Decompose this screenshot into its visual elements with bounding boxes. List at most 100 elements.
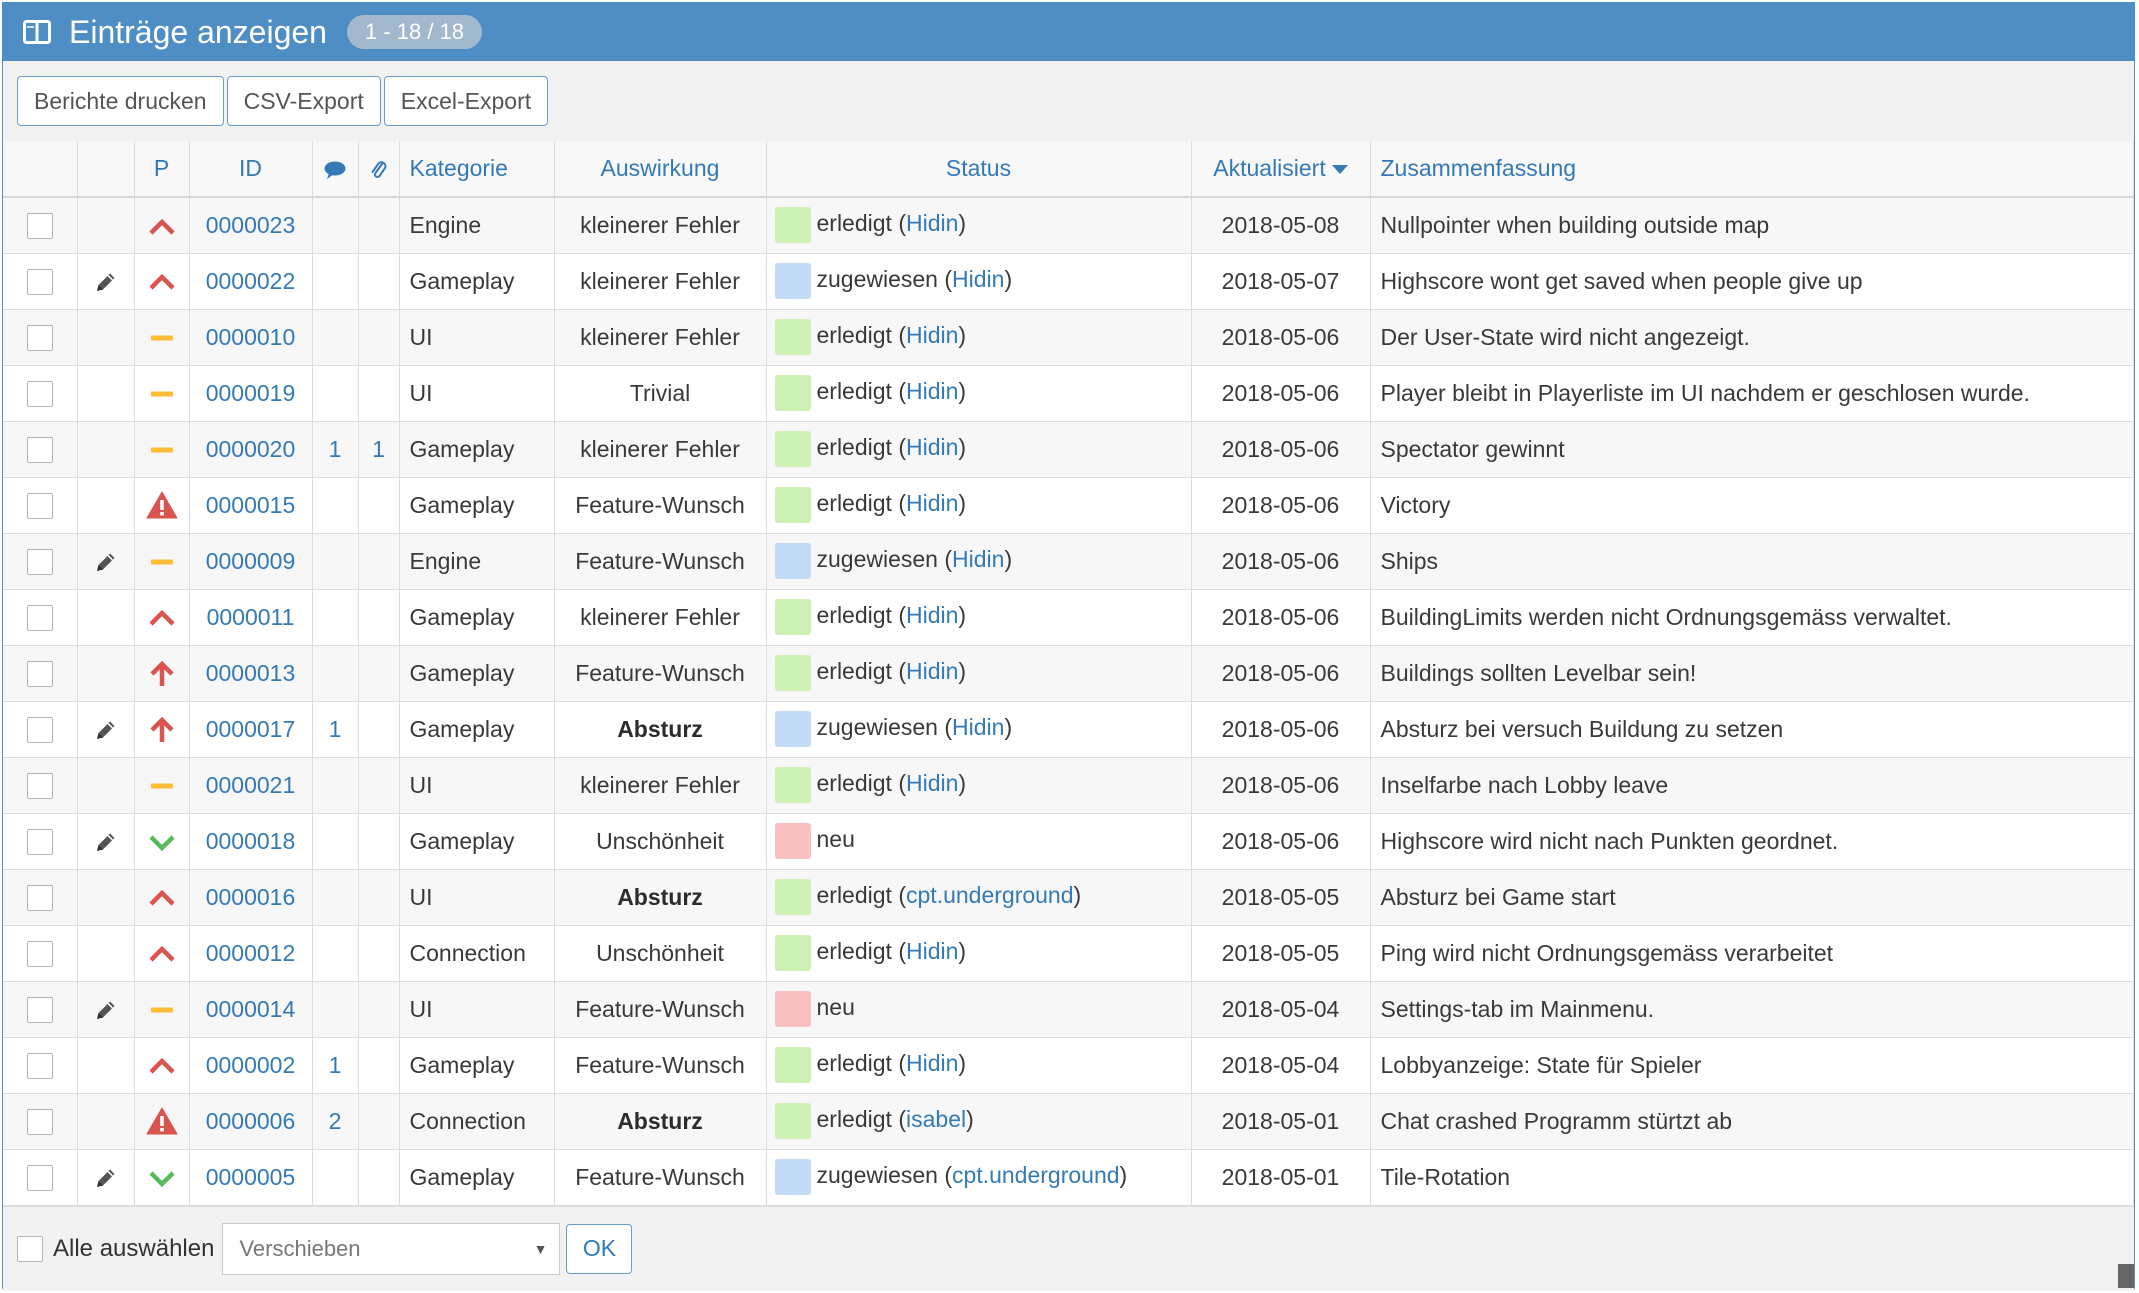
assignee-link[interactable]: Hidin	[906, 770, 958, 796]
row-summary-cell[interactable]: Chat crashed Programm stürtzt ab	[1370, 1093, 2134, 1150]
notes-count[interactable]: 1	[329, 436, 342, 462]
row-checkbox[interactable]	[26, 268, 53, 295]
assignee-link[interactable]: Hidin	[906, 378, 958, 404]
row-checkbox[interactable]	[26, 772, 53, 799]
edit-pencil-icon[interactable]	[94, 270, 118, 294]
table-row: 0000020 1 1 Gameplay kleinerer Fehler erledig…	[3, 421, 2134, 478]
row-checkbox[interactable]	[26, 604, 53, 631]
row-summary-cell[interactable]: Der User-State wird nicht angezeigt.	[1370, 309, 2134, 366]
row-checkbox[interactable]	[26, 492, 53, 519]
issue-id-link[interactable]: 0000020	[206, 436, 296, 462]
assignee-link[interactable]: Hidin	[906, 322, 958, 348]
edit-pencil-icon[interactable]	[94, 550, 118, 574]
row-summary-cell[interactable]: Inselfarbe nach Lobby leave	[1370, 757, 2134, 814]
header-id[interactable]: ID	[189, 141, 313, 198]
row-checkbox[interactable]	[26, 884, 53, 911]
row-summary-cell[interactable]: BuildingLimits werden nicht Ordnungsgemä…	[1370, 589, 2134, 646]
row-checkbox[interactable]	[26, 548, 53, 575]
resize-handle[interactable]	[2118, 1264, 2134, 1288]
assignee-link[interactable]: Hidin	[906, 938, 958, 964]
row-summary-cell[interactable]: Highscore wird nicht nach Punkten geordn…	[1370, 813, 2134, 870]
row-summary-cell[interactable]: Ships	[1370, 533, 2134, 590]
header-category[interactable]: Kategorie	[399, 141, 555, 198]
ok-button[interactable]: OK	[566, 1223, 633, 1274]
row-checkbox[interactable]	[26, 996, 53, 1023]
row-checkbox[interactable]	[26, 660, 53, 687]
row-checkbox[interactable]	[26, 436, 53, 463]
row-checkbox[interactable]	[26, 324, 53, 351]
edit-pencil-icon[interactable]	[94, 718, 118, 742]
attachments-count[interactable]: 1	[372, 436, 385, 462]
edit-pencil-icon[interactable]	[94, 1166, 118, 1190]
issue-id-link[interactable]: 0000002	[206, 1052, 296, 1078]
row-checkbox[interactable]	[26, 716, 53, 743]
assignee-link[interactable]: Hidin	[906, 1050, 958, 1076]
select-all-checkbox[interactable]	[17, 1235, 43, 1262]
print-reports-button[interactable]: Berichte drucken	[17, 76, 224, 126]
assignee-link[interactable]: Hidin	[952, 546, 1004, 572]
issue-id-link[interactable]: 0000023	[206, 212, 296, 238]
issue-id-link[interactable]: 0000021	[206, 772, 296, 798]
row-checkbox[interactable]	[26, 1108, 53, 1135]
row-checkbox[interactable]	[26, 1164, 53, 1191]
header-priority[interactable]: P	[134, 141, 190, 198]
issue-id-link[interactable]: 0000006	[206, 1108, 296, 1134]
issue-id-link[interactable]: 0000013	[206, 660, 296, 686]
select-all-label[interactable]: Alle auswählen	[53, 1235, 214, 1263]
issue-id-link[interactable]: 0000016	[206, 884, 296, 910]
issue-id-link[interactable]: 0000011	[207, 604, 295, 630]
assignee-link[interactable]: Hidin	[952, 266, 1004, 292]
csv-export-button[interactable]: CSV-Export	[226, 76, 381, 126]
row-summary-cell[interactable]: Tile-Rotation	[1370, 1149, 2134, 1206]
row-summary-cell[interactable]: Buildings sollten Levelbar sein!	[1370, 645, 2134, 702]
assignee-link[interactable]: Hidin	[906, 658, 958, 684]
row-summary-cell[interactable]: Lobbyanzeige: State für Spieler	[1370, 1037, 2134, 1094]
header-attachments[interactable]	[358, 141, 400, 198]
row-summary-cell[interactable]: Highscore wont get saved when people giv…	[1370, 253, 2134, 310]
issue-id-link[interactable]: 0000015	[206, 492, 296, 518]
row-summary-cell[interactable]: Player bleibt in Playerliste im UI nachd…	[1370, 365, 2134, 422]
edit-pencil-icon[interactable]	[94, 998, 118, 1022]
issue-id-link[interactable]: 0000014	[206, 996, 296, 1022]
action-select[interactable]: Verschieben ▼	[222, 1222, 561, 1275]
row-checkbox[interactable]	[26, 1052, 53, 1079]
header-notes[interactable]	[312, 141, 359, 198]
notes-count[interactable]: 2	[329, 1108, 342, 1134]
assignee-link[interactable]: isabel	[906, 1106, 966, 1132]
row-checkbox[interactable]	[26, 940, 53, 967]
issue-id-link[interactable]: 0000017	[206, 716, 296, 742]
header-status[interactable]: Status	[766, 141, 1192, 198]
excel-export-button[interactable]: Excel-Export	[383, 76, 549, 126]
assignee-link[interactable]: cpt.underground	[952, 1162, 1120, 1188]
assignee-link[interactable]: Hidin	[906, 602, 958, 628]
row-checkbox[interactable]	[26, 380, 53, 407]
issue-id-link[interactable]: 0000010	[206, 324, 296, 350]
row-summary-cell[interactable]: Spectator gewinnt	[1370, 421, 2134, 478]
issue-id-link[interactable]: 0000005	[206, 1164, 296, 1190]
assignee-link[interactable]: Hidin	[906, 490, 958, 516]
issue-id-link[interactable]: 0000018	[206, 828, 296, 854]
row-summary-cell[interactable]: Absturz bei versuch Buildung zu setzen	[1370, 701, 2134, 758]
row-checkbox[interactable]	[26, 213, 53, 240]
issue-id-link[interactable]: 0000022	[206, 268, 296, 294]
issue-id-link[interactable]: 0000019	[206, 380, 296, 406]
notes-count[interactable]: 1	[329, 1052, 342, 1078]
edit-pencil-icon[interactable]	[94, 830, 118, 854]
row-checkbox[interactable]	[26, 828, 53, 855]
assignee-link[interactable]: Hidin	[906, 434, 958, 460]
assignee-link[interactable]: cpt.underground	[906, 882, 1074, 908]
issue-id-link[interactable]: 0000009	[206, 548, 296, 574]
assignee-link[interactable]: Hidin	[952, 714, 1004, 740]
assignee-link[interactable]: Hidin	[906, 210, 958, 236]
issue-id-link[interactable]: 0000012	[206, 940, 296, 966]
row-summary-cell[interactable]: Ping wird nicht Ordnungsgemäss verarbeit…	[1370, 925, 2134, 982]
header-summary[interactable]: Zusammenfassung	[1370, 141, 2134, 198]
row-summary-cell[interactable]: Settings-tab im Mainmenu.	[1370, 981, 2134, 1038]
row-summary-cell[interactable]: Nullpointer when building outside map	[1370, 197, 2134, 254]
header-severity[interactable]: Auswirkung	[554, 141, 767, 198]
row-summary-cell[interactable]: Absturz bei Game start	[1370, 869, 2134, 926]
notes-count[interactable]: 1	[329, 716, 342, 742]
row-summary-cell[interactable]: Victory	[1370, 477, 2134, 534]
header-updated[interactable]: Aktualisiert	[1191, 141, 1371, 198]
table-row: 0000009 Engine Feature-Wunsch zugewiesen (H…	[3, 533, 2134, 590]
